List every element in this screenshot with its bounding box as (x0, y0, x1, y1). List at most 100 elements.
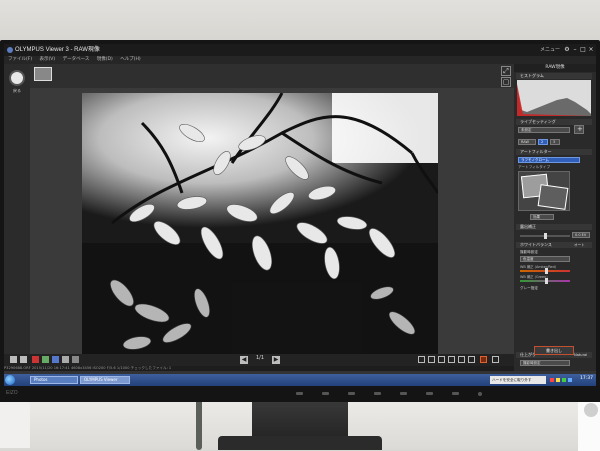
status-line: P3290688.ORF 2015/11/20 16:17:41 4608x34… (4, 366, 514, 371)
menu-develop[interactable]: 現像(D) (97, 57, 113, 62)
app-icon (7, 47, 13, 53)
raw-panel: RAW現像 ヒストグラム ライブセッティング 未設定 + RAW 2 3 アート… (514, 64, 596, 371)
highlight-icon[interactable] (448, 356, 455, 363)
add-setting-button[interactable]: + (574, 125, 584, 134)
bezel-button (452, 392, 459, 395)
histogram-graph (517, 80, 591, 116)
menu-file[interactable]: ファイル(F) (8, 57, 32, 62)
windows-taskbar: Photos OLYMPUS Viewer ハードを安全に取り外す 17:37 (4, 374, 596, 386)
preview-image[interactable] (82, 93, 438, 355)
close-icon[interactable]: × (588, 47, 594, 53)
menu-database[interactable]: データベース (63, 57, 90, 62)
tray-icon[interactable] (550, 378, 554, 382)
exposure-slider-knob[interactable] (544, 233, 547, 239)
bottom-toolbar: ◀ 1/1 ▶ (4, 354, 514, 366)
bezel-button (400, 392, 407, 395)
wb-option-shot[interactable]: 撮影時設定 (520, 250, 538, 255)
rating-icon[interactable] (42, 356, 49, 363)
thumbnail[interactable] (34, 67, 52, 81)
histogram-toggle-icon[interactable] (480, 356, 487, 363)
clock[interactable]: 17:37 (580, 376, 593, 381)
compare-icon[interactable] (62, 356, 69, 363)
setting-select[interactable]: 未設定 (518, 127, 570, 133)
finish-select[interactable]: 撮影時設定 (520, 360, 570, 366)
preview-photo-b (537, 184, 569, 210)
back-label: 戻る (13, 88, 21, 93)
exposure-value[interactable]: 0.0 EV (572, 232, 590, 238)
system-tray: ハードを安全に取り外す 17:37 (490, 375, 594, 385)
menu-view[interactable]: 表示(V) (40, 57, 56, 62)
bezel-button (296, 392, 303, 395)
protect-icon[interactable] (32, 356, 39, 363)
menubar: ファイル(F) 表示(V) データベース 現像(D) ヘルプ(H) (4, 56, 596, 64)
gear-icon[interactable]: ⚙ (564, 47, 570, 53)
tab-2[interactable]: 2 (538, 139, 548, 145)
effect-button[interactable]: 効果 (530, 214, 554, 220)
bezel-button (322, 392, 329, 395)
panel-title: RAW現像 (514, 64, 596, 72)
power-led (478, 392, 482, 396)
monitor-logo: EIZO (6, 390, 18, 396)
export-button[interactable]: 書き出し (534, 346, 574, 355)
expand-icon[interactable]: ⤢ (501, 66, 511, 76)
art-filter-select[interactable]: ラフモノクローム (518, 157, 580, 163)
bezel-button (374, 392, 381, 395)
thumbnail-strip: ⤢ ▢ (30, 64, 514, 88)
exposure-header[interactable]: 露出補正 (516, 224, 592, 230)
tab-3[interactable]: 3 (550, 139, 560, 145)
bezel-button (348, 392, 355, 395)
histogram-header[interactable]: ヒストグラム (516, 73, 592, 79)
wb-green-slider[interactable] (520, 278, 570, 284)
art-filter-preview (518, 171, 570, 211)
finish-mode[interactable]: Natural (574, 353, 587, 357)
app-titlebar: OLYMPUS Viewer 3 - RAW現像 メニュー ⚙ – □ × (4, 44, 596, 56)
wb-green-knob[interactable] (545, 278, 548, 284)
exposure-slider[interactable] (520, 233, 570, 239)
wb-amber-slider[interactable] (520, 268, 570, 274)
grid-icon[interactable] (418, 356, 425, 363)
art-filter-sub: アートフィルタイプ (518, 165, 551, 169)
wb-select[interactable]: 色温度 (520, 256, 570, 262)
monochrome-leaves-photo (82, 93, 438, 355)
rotate-left-icon[interactable] (10, 356, 17, 363)
monitor-stand-base (218, 436, 382, 450)
speaker-left (0, 400, 30, 448)
rotate-right-icon[interactable] (20, 356, 27, 363)
back-button[interactable] (9, 70, 25, 86)
maximize-icon[interactable]: □ (580, 47, 586, 53)
cable (196, 396, 202, 450)
share-icon[interactable] (52, 356, 59, 363)
taskbar-item-viewer[interactable]: OLYMPUS Viewer (80, 376, 130, 384)
info-icon[interactable] (468, 356, 475, 363)
tray-notification[interactable]: ハードを安全に取り外す (490, 376, 546, 384)
page-indicator: 1/1 (256, 355, 265, 361)
wb-mode[interactable]: オート (574, 243, 585, 248)
histogram (517, 80, 591, 116)
tray-icon[interactable] (562, 378, 566, 382)
shadow-icon[interactable] (458, 356, 465, 363)
delete-icon[interactable] (72, 356, 79, 363)
actual-size-icon[interactable] (438, 356, 445, 363)
zoom-icon[interactable]: ▢ (501, 77, 511, 87)
window-title: OLYMPUS Viewer 3 - RAW現像 (15, 47, 100, 53)
wb-amber-label: WB 補正 (Amber/Red) (520, 265, 557, 269)
start-button[interactable] (5, 375, 15, 385)
left-rail: 戻る (4, 64, 30, 354)
wb-option-gray[interactable]: グレー指定 (520, 286, 538, 291)
next-page-button[interactable]: ▶ (272, 356, 280, 364)
prev-page-button[interactable]: ◀ (240, 356, 248, 364)
image-viewer (30, 88, 514, 355)
bezel-button (426, 392, 433, 395)
fullscreen-icon[interactable] (492, 356, 499, 363)
menu-button[interactable]: メニュー (540, 44, 560, 56)
tray-icon[interactable] (556, 378, 560, 382)
fit-icon[interactable] (428, 356, 435, 363)
art-filter-header[interactable]: アートフィルター (516, 149, 592, 155)
screen: OLYMPUS Viewer 3 - RAW現像 メニュー ⚙ – □ × ファ… (4, 44, 596, 386)
wb-green-label: WB 補正 (Green) (520, 275, 548, 279)
taskbar-item-photos[interactable]: Photos (30, 376, 78, 384)
tab-raw[interactable]: RAW (518, 139, 536, 145)
volume-icon[interactable] (568, 378, 572, 382)
minimize-icon[interactable]: – (572, 47, 578, 53)
menu-help[interactable]: ヘルプ(H) (120, 57, 140, 62)
